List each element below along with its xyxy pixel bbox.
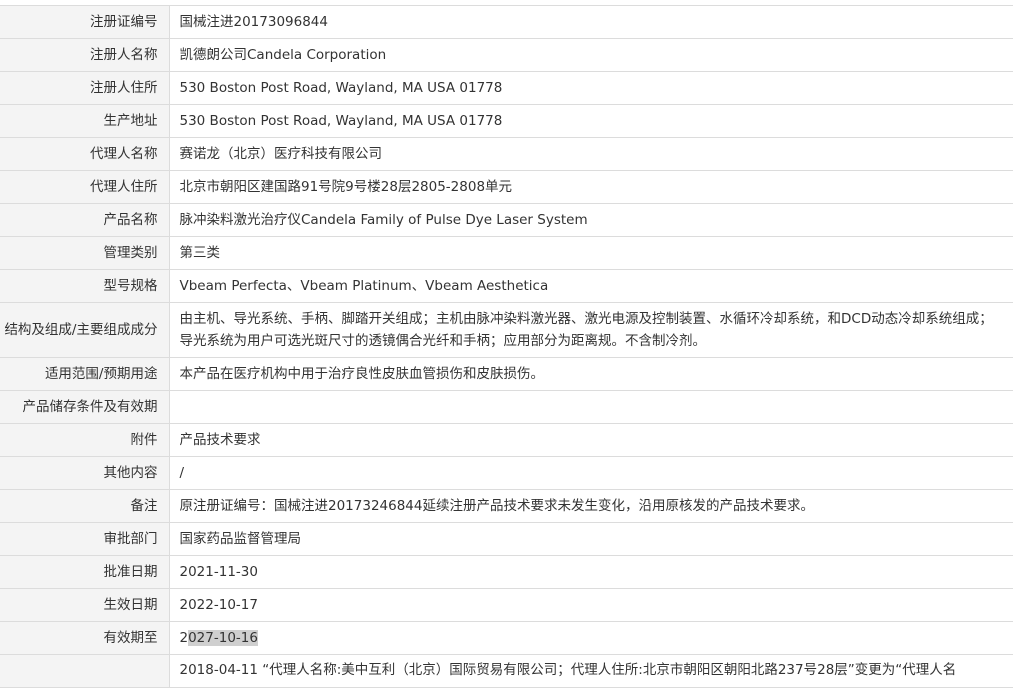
field-label-intended-use: 适用范围/预期用途 bbox=[0, 357, 170, 391]
field-value-storage-validity bbox=[169, 390, 1013, 424]
field-value-model-spec: Vbeam Perfecta、Vbeam Platinum、Vbeam Aest… bbox=[169, 269, 1013, 303]
field-value-remarks: 原注册证编号：国械注进20173246844延续注册产品技术要求未发生变化，沿用… bbox=[169, 489, 1013, 523]
field-value-registration-number: 国械注进20173096844 bbox=[169, 5, 1013, 39]
field-value-management-category: 第三类 bbox=[169, 236, 1013, 270]
table-row: 型号规格 Vbeam Perfecta、Vbeam Platinum、Vbeam… bbox=[0, 269, 1013, 303]
field-label-attachment: 附件 bbox=[0, 423, 170, 457]
table-row: 审批部门 国家药品监督管理局 bbox=[0, 522, 1013, 556]
table-row: 管理类别 第三类 bbox=[0, 236, 1013, 270]
field-value-intended-use: 本产品在医疗机构中用于治疗良性皮肤血管损伤和皮肤损伤。 bbox=[169, 357, 1013, 391]
field-value-change-history: 2018-04-11 “代理人名称:美中互利（北京）国际贸易有限公司；代理人住所… bbox=[169, 654, 1013, 688]
table-row: 注册人名称 凯德朗公司Candela Corporation bbox=[0, 38, 1013, 72]
table-row: 产品储存条件及有效期 bbox=[0, 390, 1013, 424]
table-row: 注册证编号 国械注进20173096844 bbox=[0, 5, 1013, 39]
table-row: 代理人住所 北京市朝阳区建国路91号院9号楼28层2805-2808单元 bbox=[0, 170, 1013, 204]
table-row: 注册人住所 530 Boston Post Road, Wayland, MA … bbox=[0, 71, 1013, 105]
table-row: 批准日期 2021-11-30 bbox=[0, 555, 1013, 589]
field-label-remarks: 备注 bbox=[0, 489, 170, 523]
table-row: 附件 产品技术要求 bbox=[0, 423, 1013, 457]
field-label-agent-name: 代理人名称 bbox=[0, 137, 170, 171]
field-label-registrant-name: 注册人名称 bbox=[0, 38, 170, 72]
table-row: 结构及组成/主要组成成分 由主机、导光系统、手柄、脚踏开关组成；主机由脉冲染料激… bbox=[0, 302, 1013, 358]
field-label-change-history bbox=[0, 654, 170, 688]
field-value-attachment: 产品技术要求 bbox=[169, 423, 1013, 457]
field-label-registration-number: 注册证编号 bbox=[0, 5, 170, 39]
table-row: 生产地址 530 Boston Post Road, Wayland, MA U… bbox=[0, 104, 1013, 138]
structure-label-text: 结构及组成/主要组成成分 bbox=[4, 322, 158, 338]
field-label-approval-department: 审批部门 bbox=[0, 522, 170, 556]
field-value-approval-department: 国家药品监督管理局 bbox=[169, 522, 1013, 556]
registration-info-table: 注册证编号 国械注进20173096844 注册人名称 凯德朗公司Candela… bbox=[0, 5, 1013, 688]
field-value-agent-name: 赛诺龙（北京）医疗科技有限公司 bbox=[169, 137, 1013, 171]
field-value-product-name: 脉冲染料激光治疗仪Candela Family of Pulse Dye Las… bbox=[169, 203, 1013, 237]
table-row: 其他内容 / bbox=[0, 456, 1013, 490]
selected-text-highlight: 027-10-16 bbox=[188, 630, 258, 646]
field-value-registrant-address: 530 Boston Post Road, Wayland, MA USA 01… bbox=[169, 71, 1013, 105]
field-value-valid-until[interactable]: 2027-10-16 bbox=[169, 621, 1013, 655]
field-value-production-address: 530 Boston Post Road, Wayland, MA USA 01… bbox=[169, 104, 1013, 138]
field-label-other-content: 其他内容 bbox=[0, 456, 170, 490]
field-label-model-spec: 型号规格 bbox=[0, 269, 170, 303]
field-value-other-content: / bbox=[169, 456, 1013, 490]
table-row: 代理人名称 赛诺龙（北京）医疗科技有限公司 bbox=[0, 137, 1013, 171]
table-row: 产品名称 脉冲染料激光治疗仪Candela Family of Pulse Dy… bbox=[0, 203, 1013, 237]
field-value-registrant-name: 凯德朗公司Candela Corporation bbox=[169, 38, 1013, 72]
table-row: 适用范围/预期用途 本产品在医疗机构中用于治疗良性皮肤血管损伤和皮肤损伤。 bbox=[0, 357, 1013, 391]
field-label-structure-composition: 结构及组成/主要组成成分 bbox=[0, 302, 170, 358]
field-value-effective-date: 2022-10-17 bbox=[169, 588, 1013, 622]
field-label-registrant-address: 注册人住所 bbox=[0, 71, 170, 105]
valid-until-prefix: 2 bbox=[179, 630, 189, 646]
field-value-structure-composition: 由主机、导光系统、手柄、脚踏开关组成；主机由脉冲染料激光器、激光电源及控制装置、… bbox=[169, 302, 1013, 358]
field-label-management-category: 管理类别 bbox=[0, 236, 170, 270]
table-row: 备注 原注册证编号：国械注进20173246844延续注册产品技术要求未发生变化… bbox=[0, 489, 1013, 523]
field-label-storage-validity: 产品储存条件及有效期 bbox=[0, 390, 170, 424]
field-label-valid-until: 有效期至 bbox=[0, 621, 170, 655]
field-label-approval-date: 批准日期 bbox=[0, 555, 170, 589]
table-row: 生效日期 2022-10-17 bbox=[0, 588, 1013, 622]
table-row: 有效期至 2027-10-16 bbox=[0, 621, 1013, 655]
registration-detail-page: 注册证编号 国械注进20173096844 注册人名称 凯德朗公司Candela… bbox=[0, 0, 1013, 693]
field-label-agent-address: 代理人住所 bbox=[0, 170, 170, 204]
field-label-product-name: 产品名称 bbox=[0, 203, 170, 237]
table-row: 2018-04-11 “代理人名称:美中互利（北京）国际贸易有限公司；代理人住所… bbox=[0, 654, 1013, 688]
field-value-approval-date: 2021-11-30 bbox=[169, 555, 1013, 589]
field-label-production-address: 生产地址 bbox=[0, 104, 170, 138]
field-value-agent-address: 北京市朝阳区建国路91号院9号楼28层2805-2808单元 bbox=[169, 170, 1013, 204]
field-label-effective-date: 生效日期 bbox=[0, 588, 170, 622]
